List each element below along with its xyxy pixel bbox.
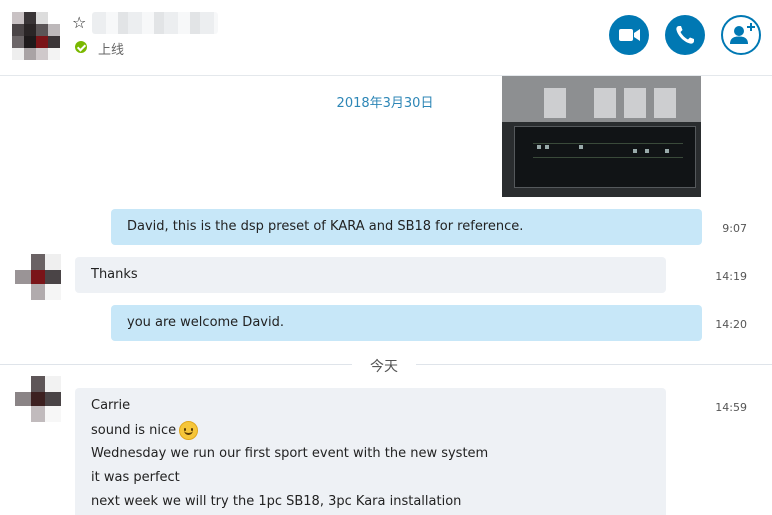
contact-avatar[interactable] (12, 12, 60, 60)
sender-avatar[interactable] (15, 376, 61, 422)
date-header: 2018年3月30日 (336, 96, 434, 111)
sender-avatar[interactable] (15, 254, 61, 300)
star-icon[interactable]: ☆ (72, 13, 86, 32)
add-people-button[interactable] (721, 15, 761, 55)
day-divider-line-right (416, 364, 772, 365)
shared-image-thumbnail[interactable] (502, 76, 701, 197)
message-line: next week we will try the 1pc SB18, 3pc … (91, 494, 462, 509)
message-text: you are welcome David. (127, 315, 284, 330)
message-time: 14:20 (715, 318, 747, 331)
message-bubble-incoming[interactable]: Carrie sound is nice Wednesday we run ou… (75, 388, 666, 515)
message-bubble-outgoing[interactable]: David, this is the dsp preset of KARA an… (111, 209, 702, 245)
audio-call-button[interactable] (665, 15, 705, 55)
video-camera-icon (619, 29, 640, 41)
message-line: Carrie (91, 398, 131, 413)
message-time: 9:07 (722, 222, 747, 235)
message-time: 14:19 (715, 270, 747, 283)
phone-icon (676, 26, 694, 44)
message-bubble-outgoing[interactable]: you are welcome David. (111, 305, 702, 341)
contact-name-redacted (92, 12, 218, 34)
message-bubble-incoming[interactable]: Thanks (75, 257, 666, 293)
message-line-text: sound is nice (91, 423, 177, 438)
message-time: 14:59 (715, 401, 747, 414)
image-screen (514, 126, 696, 188)
day-divider-line-left (0, 364, 352, 365)
online-status-icon (75, 41, 87, 53)
status-text: 上线 (98, 43, 125, 58)
message-line: it was perfect (91, 470, 180, 485)
chat-header: ☆ 上线 (0, 0, 772, 76)
day-divider-label: 今天 (352, 356, 416, 376)
smile-emoji-icon (179, 421, 199, 440)
message-text: Thanks (91, 267, 138, 282)
message-line: Wednesday we run our first sport event w… (91, 446, 489, 461)
add-person-icon (730, 23, 755, 44)
image-top-panel (502, 76, 701, 122)
message-line: sound is nice (91, 421, 199, 440)
video-call-button[interactable] (609, 15, 649, 55)
message-text: David, this is the dsp preset of KARA an… (127, 219, 524, 234)
